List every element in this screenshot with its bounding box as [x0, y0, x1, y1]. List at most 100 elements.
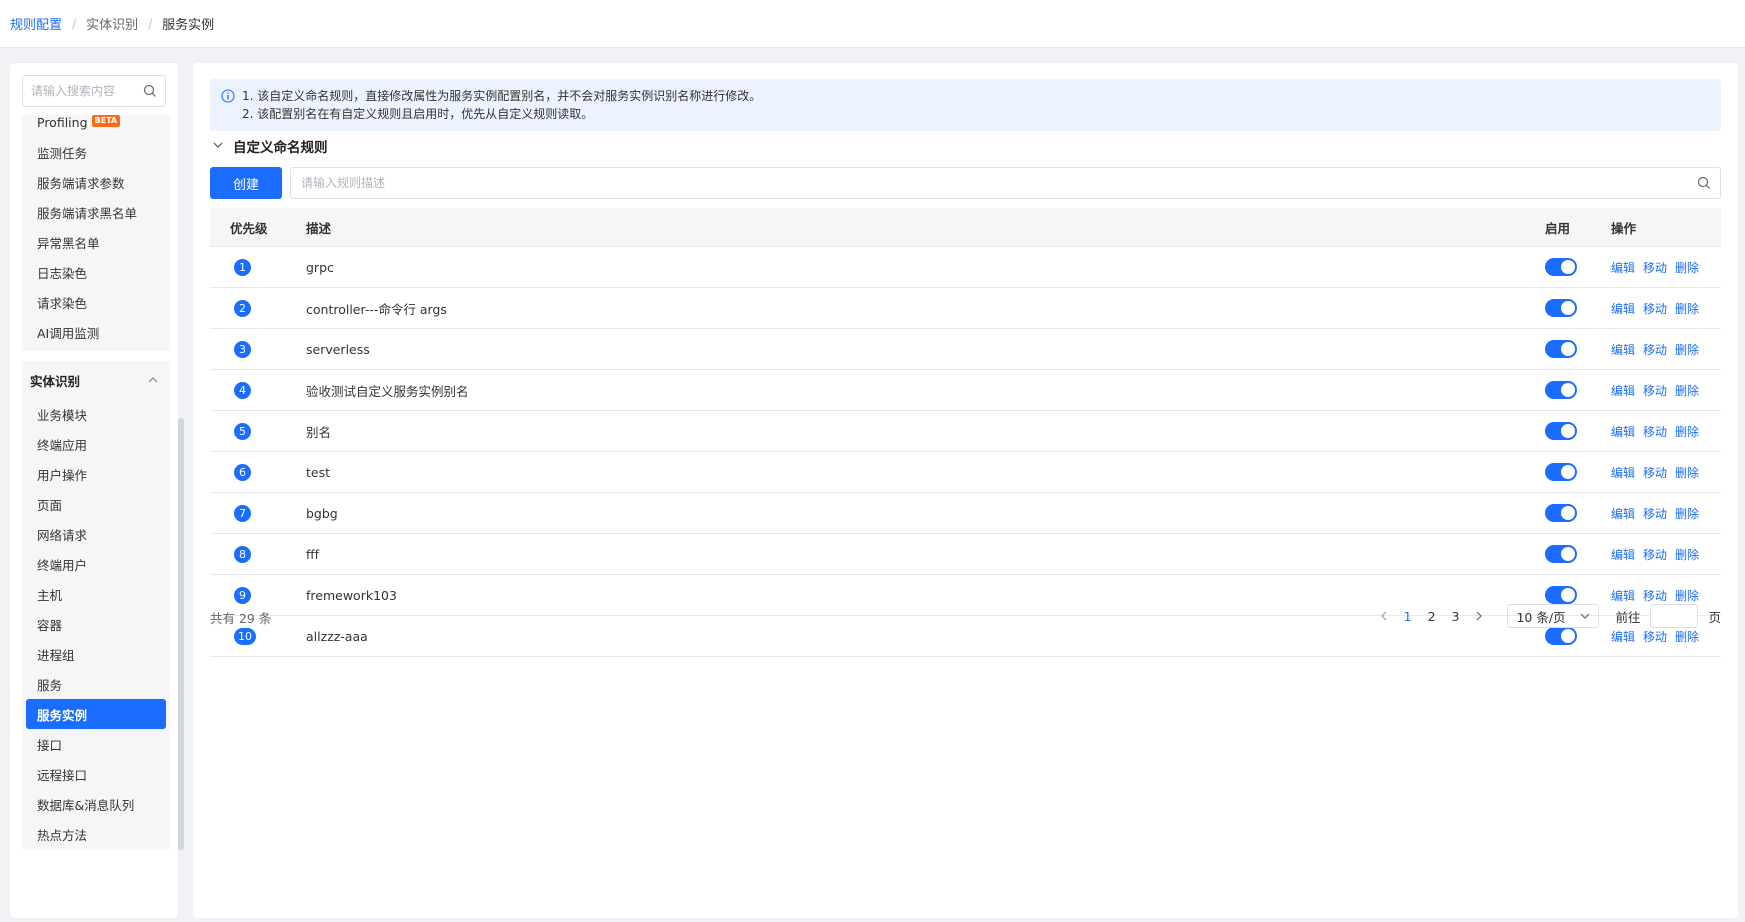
- edit-link[interactable]: 编辑: [1611, 548, 1635, 562]
- edit-link[interactable]: 编辑: [1611, 425, 1635, 439]
- enable-toggle[interactable]: [1545, 504, 1577, 522]
- sidebar-item-exception-blacklist[interactable]: 异常黑名单: [22, 227, 170, 257]
- search-icon[interactable]: [1697, 176, 1711, 194]
- ops-cell: 编辑 移动 删除: [1611, 628, 1721, 645]
- desc-cell: fff: [306, 546, 320, 562]
- delete-link[interactable]: 删除: [1675, 466, 1699, 480]
- header-enabled: 启用: [1545, 220, 1571, 236]
- sidebar-group-label: 实体识别: [30, 373, 81, 389]
- sidebar-item-host[interactable]: 主机: [22, 579, 170, 609]
- enable-toggle[interactable]: [1545, 258, 1577, 276]
- enabled-cell: [1545, 299, 1611, 317]
- sidebar-item-interface[interactable]: 接口: [22, 729, 170, 759]
- sidebar-item-service-instance[interactable]: 服务实例: [26, 699, 166, 729]
- enable-toggle[interactable]: [1545, 340, 1577, 358]
- breadcrumb-rules-config[interactable]: 规则配置: [10, 14, 62, 33]
- delete-link[interactable]: 删除: [1675, 425, 1699, 439]
- priority-badge: 1: [234, 258, 251, 276]
- delete-link[interactable]: 删除: [1675, 261, 1699, 275]
- enable-toggle[interactable]: [1545, 627, 1577, 645]
- delete-link[interactable]: 删除: [1675, 589, 1699, 603]
- prev-page-icon[interactable]: [1372, 609, 1396, 624]
- sidebar-search[interactable]: [22, 75, 166, 107]
- delete-link[interactable]: 删除: [1675, 630, 1699, 644]
- sidebar-item-server-request-blacklist[interactable]: 服务端请求黑名单: [22, 197, 170, 227]
- page-size-select[interactable]: 10 条/页: [1507, 604, 1600, 628]
- sidebar-item-page[interactable]: 页面: [22, 489, 170, 519]
- next-page-icon[interactable]: [1467, 609, 1491, 624]
- move-link[interactable]: 移动: [1643, 548, 1667, 562]
- breadcrumb-entity-recognition[interactable]: 实体识别: [86, 14, 138, 33]
- ops-cell: 编辑 移动 删除: [1611, 300, 1721, 317]
- sidebar-item-database-mq[interactable]: 数据库&消息队列: [22, 789, 170, 819]
- delete-link[interactable]: 删除: [1675, 507, 1699, 521]
- sidebar-item-user-action[interactable]: 用户操作: [22, 459, 170, 489]
- page-2[interactable]: 2: [1420, 609, 1444, 624]
- sidebar-item-hot-method[interactable]: 热点方法: [22, 819, 170, 849]
- chevron-up-icon[interactable]: [148, 373, 158, 388]
- move-link[interactable]: 移动: [1643, 261, 1667, 275]
- sidebar-item-log-coloring[interactable]: 日志染色: [22, 257, 170, 287]
- edit-link[interactable]: 编辑: [1611, 384, 1635, 398]
- move-link[interactable]: 移动: [1643, 425, 1667, 439]
- rule-search-input[interactable]: [301, 176, 1681, 190]
- sidebar-item-business-module[interactable]: 业务模块: [22, 399, 170, 429]
- desc-cell: fremework103: [306, 587, 397, 603]
- delete-link[interactable]: 删除: [1675, 343, 1699, 357]
- sidebar-item-label: Profiling: [37, 115, 88, 130]
- page-3[interactable]: 3: [1444, 609, 1468, 624]
- move-link[interactable]: 移动: [1643, 302, 1667, 316]
- move-link[interactable]: 移动: [1643, 507, 1667, 521]
- page-1[interactable]: 1: [1396, 609, 1420, 624]
- sidebar-item-remote-interface[interactable]: 远程接口: [22, 759, 170, 789]
- sidebar-item-service[interactable]: 服务: [22, 669, 170, 699]
- sidebar-item-terminal-user[interactable]: 终端用户: [22, 549, 170, 579]
- sidebar-item-process-group[interactable]: 进程组: [22, 639, 170, 669]
- edit-link[interactable]: 编辑: [1611, 466, 1635, 480]
- sidebar-item-profiling[interactable]: Profiling BETA: [22, 115, 170, 137]
- delete-link[interactable]: 删除: [1675, 384, 1699, 398]
- enable-toggle[interactable]: [1545, 586, 1577, 604]
- sidebar-item-server-request-params[interactable]: 服务端请求参数: [22, 167, 170, 197]
- edit-link[interactable]: 编辑: [1611, 302, 1635, 316]
- rule-search[interactable]: [290, 167, 1721, 199]
- edit-link[interactable]: 编辑: [1611, 343, 1635, 357]
- search-icon[interactable]: [143, 84, 157, 102]
- priority-badge: 10: [234, 627, 256, 645]
- sidebar-item-ai-call-monitoring[interactable]: AI调用监测: [22, 317, 170, 347]
- create-button[interactable]: 创建: [210, 167, 282, 199]
- edit-link[interactable]: 编辑: [1611, 589, 1635, 603]
- enable-toggle[interactable]: [1545, 463, 1577, 481]
- priority-badge: 5: [234, 422, 251, 440]
- sidebar-search-input[interactable]: [31, 84, 143, 98]
- sidebar-item-monitor-task[interactable]: 监测任务: [22, 137, 170, 167]
- enable-toggle[interactable]: [1545, 381, 1577, 399]
- sidebar-item-terminal-app[interactable]: 终端应用: [22, 429, 170, 459]
- delete-link[interactable]: 删除: [1675, 548, 1699, 562]
- sidebar-item-label: 接口: [37, 737, 63, 753]
- delete-link[interactable]: 删除: [1675, 302, 1699, 316]
- goto-label: 前往: [1615, 609, 1641, 625]
- chevron-down-icon[interactable]: [213, 138, 223, 154]
- goto-page-input[interactable]: [1650, 604, 1699, 628]
- enable-toggle[interactable]: [1545, 299, 1577, 317]
- sidebar-item-network-request[interactable]: 网络请求: [22, 519, 170, 549]
- move-link[interactable]: 移动: [1643, 630, 1667, 644]
- move-link[interactable]: 移动: [1643, 343, 1667, 357]
- move-link[interactable]: 移动: [1643, 384, 1667, 398]
- section-header[interactable]: 自定义命名规则: [213, 136, 328, 156]
- enabled-cell: [1545, 545, 1611, 563]
- sidebar-item-request-coloring[interactable]: 请求染色: [22, 287, 170, 317]
- sidebar-item-container[interactable]: 容器: [22, 609, 170, 639]
- edit-link[interactable]: 编辑: [1611, 507, 1635, 521]
- move-link[interactable]: 移动: [1643, 466, 1667, 480]
- sidebar-group-title[interactable]: 实体识别: [22, 361, 170, 399]
- table-body: 1 grpc 编辑 移动 删除 2 controller---命令行 args 编辑 移动 删除 3…: [210, 247, 1721, 657]
- enable-toggle[interactable]: [1545, 422, 1577, 440]
- enable-toggle[interactable]: [1545, 545, 1577, 563]
- move-link[interactable]: 移动: [1643, 589, 1667, 603]
- edit-link[interactable]: 编辑: [1611, 630, 1635, 644]
- sidebar-scrollbar[interactable]: [178, 418, 184, 850]
- sidebar-item-label: 终端用户: [37, 557, 88, 573]
- edit-link[interactable]: 编辑: [1611, 261, 1635, 275]
